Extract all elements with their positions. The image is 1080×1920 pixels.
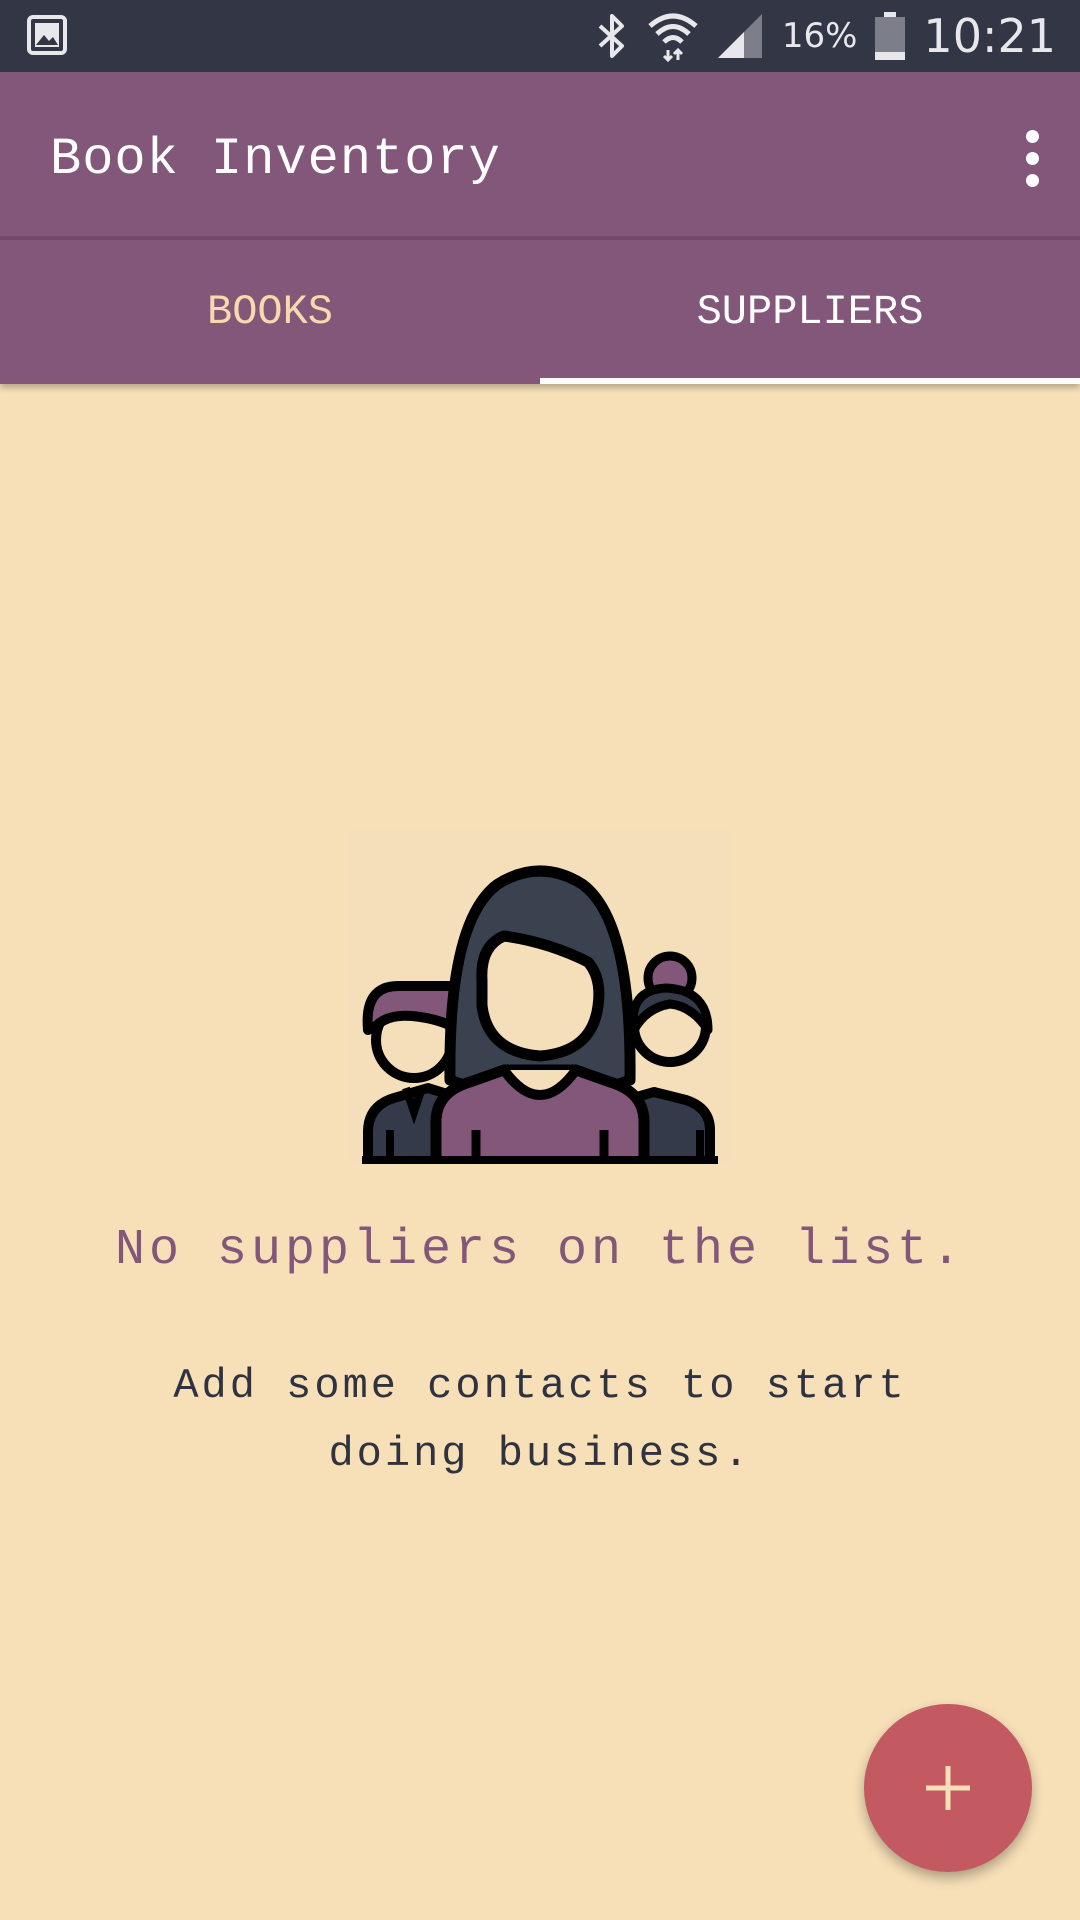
- battery-percent: 16%: [781, 16, 858, 56]
- plus-icon: [926, 1766, 970, 1810]
- gallery-icon: [27, 15, 67, 55]
- app-title: Book Inventory: [50, 130, 501, 189]
- tab-suppliers[interactable]: SUPPLIERS: [540, 240, 1080, 384]
- clock: 10:21: [923, 9, 1056, 63]
- battery-icon: [875, 12, 906, 60]
- app-bar: Book Inventory: [0, 72, 1080, 240]
- status-icons: 16% 10:21: [594, 0, 1056, 72]
- status-bar: 16% 10:21: [0, 0, 1080, 72]
- tab-books[interactable]: BOOKS: [0, 240, 540, 384]
- cell-signal-icon: [717, 14, 762, 58]
- add-supplier-button[interactable]: [864, 1704, 1032, 1872]
- more-vert-icon[interactable]: [1012, 128, 1052, 188]
- tab-bar: BOOKS SUPPLIERS: [0, 240, 1080, 384]
- empty-state-title: No suppliers on the list.: [114, 1222, 966, 1279]
- bluetooth-icon: [598, 14, 624, 58]
- empty-state-subtitle: Add some contacts to start doing busines…: [173, 1362, 907, 1478]
- wifi-icon: [648, 13, 698, 62]
- team-people-icon: [348, 830, 732, 1164]
